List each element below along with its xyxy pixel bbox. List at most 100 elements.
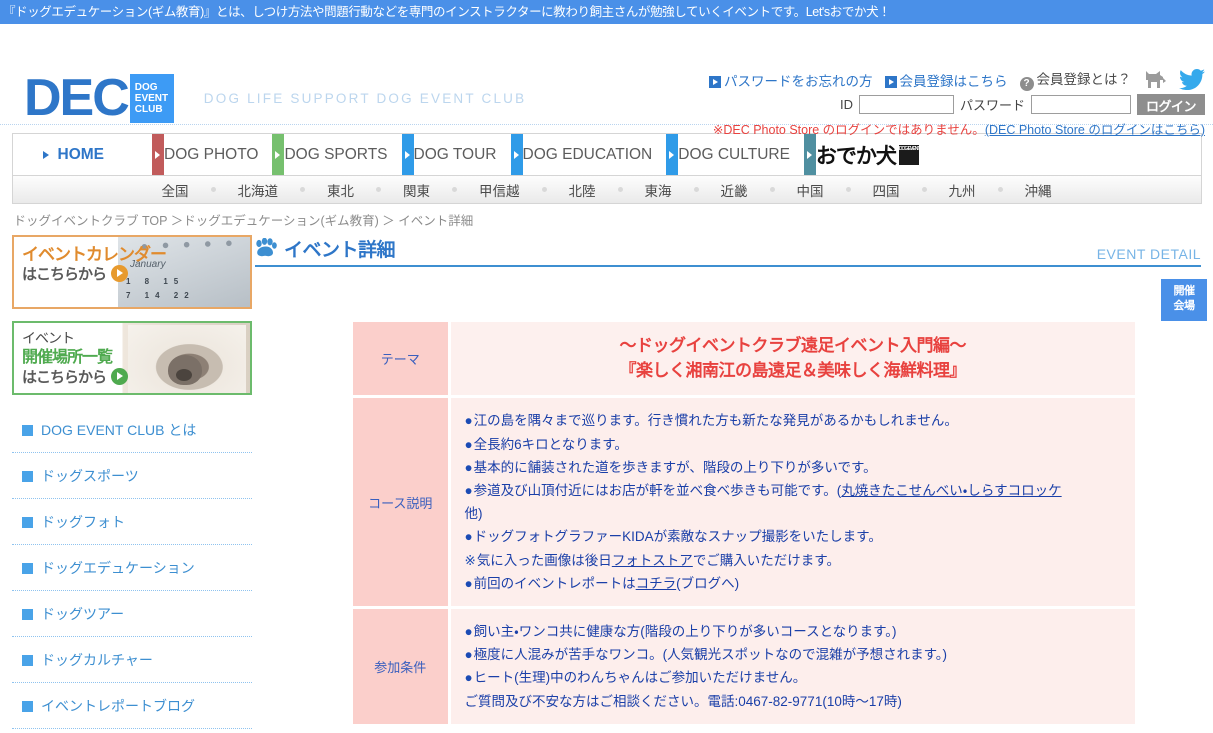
page-content: January 1 8 15 7 14 22 イベントカレンダー はこちらから … [0, 229, 1213, 729]
play-arrow-icon [111, 367, 129, 385]
register-link[interactable]: 会員登録はこちら [884, 70, 1008, 90]
course-line-suffix: でご購入いただけます。 [692, 552, 840, 568]
play-arrow-icon [111, 265, 129, 283]
condition-line: ご質問及び不安な方はご相談ください。電話:0467-82-9771(10時～17… [465, 690, 1136, 713]
odeka-ken-logo: おでか犬 DOG EVENT CLUB [816, 140, 931, 170]
bullet-icon: ● [464, 413, 473, 429]
sidebar-item-dog-sports[interactable]: ドッグスポーツ [12, 453, 252, 499]
row-header-course: コース説明 [353, 396, 449, 610]
note-mark-icon: ※ [464, 552, 476, 568]
venue-float-button[interactable]: 開催 会場 [1161, 279, 1207, 321]
row-value-theme: ～ドッグイベントクラブ遠足イベント入門編～ 『楽しく湘南江の島遠足＆美味しく海鮮… [447, 322, 1135, 399]
theme-line-2: 『楽しく湘南江の島遠足＆美味しく海鮮料理』 [619, 360, 967, 380]
course-line-text: 全長約6キロとなります。 [473, 436, 628, 452]
sidebar-banner-subtitle-text: はこちらから [22, 266, 107, 284]
region-link-zenkoku[interactable]: 全国 [140, 180, 211, 200]
bullet-icon: ● [464, 459, 473, 475]
course-line: ●全長約6キロとなります。 [465, 433, 1136, 456]
square-bullet-icon [22, 563, 33, 574]
event-report-link[interactable]: コチラ [636, 576, 677, 591]
region-link-tohoku[interactable]: 東北 [305, 180, 376, 200]
sidebar-banner-event-calendar[interactable]: January 1 8 15 7 14 22 イベントカレンダー はこちらから [12, 235, 252, 309]
dog-icon[interactable] [1143, 70, 1167, 90]
login-button[interactable]: ログイン [1136, 94, 1205, 115]
page-title-bar: イベント詳細 EVENT DETAIL [255, 235, 1201, 267]
table-row: コース説明 ●江の島を隅々まで巡ります。行き慣れた方も新たな発見があるかもしれま… [353, 396, 1136, 610]
logo-badge: DOG EVENT CLUB [129, 73, 174, 123]
login-id-input[interactable] [858, 95, 954, 114]
nav-item-dog-education-label: DOG EDUCATION [522, 145, 653, 163]
square-bullet-icon [22, 655, 33, 666]
paw-print-icon [255, 237, 277, 261]
sidebar-banner-subtitle: はこちらから [22, 367, 129, 388]
header-link-group: パスワードをお忘れの方 会員登録はこちら ? 会員登録とは？ [709, 68, 1205, 91]
site-logo[interactable]: DEC DOG EVENT CLUB DOG LIFE SUPPORT DOG … [24, 72, 526, 124]
sidebar-banner-title: 開催場所一覧 [22, 348, 113, 366]
blue-arrow-icon [709, 75, 721, 88]
nav-item-dog-photo[interactable]: DOG PHOTO [164, 134, 272, 175]
course-line-text: 気に入った画像は後日 [476, 552, 612, 568]
sidebar-item-label: ドッグツアー [41, 606, 125, 622]
sidebar-banner-subtitle-text: はこちらから [22, 368, 107, 386]
region-link-kyushu[interactable]: 九州 [927, 180, 998, 200]
sidebar-item-dog-tour[interactable]: ドッグツアー [12, 591, 252, 637]
login-password-label: パスワード [959, 98, 1025, 113]
main-navigation: HOME DOG PHOTO DOG SPORTS DOG TOUR DOG E… [11, 133, 1202, 176]
region-navigation: 全国 北海道 東北 関東 甲信越 北陸 東海 近畿 中国 四国 九州 沖縄 [11, 176, 1202, 204]
region-link-koshinetsu[interactable]: 甲信越 [457, 180, 542, 200]
twitter-bird-icon[interactable] [1179, 69, 1205, 91]
sidebar-item-event-report-blog[interactable]: イベントレポートブログ [12, 683, 252, 729]
nav-tab-marker-dog-education [510, 134, 523, 175]
square-bullet-icon [22, 517, 33, 528]
sidebar-item-dog-culture[interactable]: ドッグカルチャー [12, 637, 252, 683]
bullet-icon: ● [464, 575, 473, 591]
region-link-kinki[interactable]: 近畿 [699, 180, 770, 200]
course-line: ●基本的に舗装された道を歩きますが、階段の上り下りが多いです。 [465, 456, 1136, 479]
nav-item-dog-tour[interactable]: DOG TOUR [414, 134, 511, 175]
region-link-shikoku[interactable]: 四国 [851, 180, 922, 200]
bullet-icon: ● [464, 482, 473, 498]
sidebar-item-about-dec[interactable]: DOG EVENT CLUB とは [12, 407, 252, 453]
nav-item-odeka-ken[interactable]: おでか犬 DOG EVENT CLUB [816, 134, 933, 175]
condition-line-text: 極度に人混みが苦手なワンコ。(人気観光スポットなので混雑が予想されます。) [473, 647, 948, 663]
odeka-mini-badge: DOG EVENT CLUB [898, 144, 931, 165]
course-line-text: ドッグフォトグラファーKIDAが素敵なスナップ撮影をいたします。 [473, 529, 882, 545]
region-link-hokkaido[interactable]: 北海道 [216, 180, 301, 200]
forgot-password-label: パスワードをお忘れの方 [724, 73, 873, 89]
sidebar-item-dog-education[interactable]: ドッグエデュケーション [12, 545, 252, 591]
main-column: イベント詳細 EVENT DETAIL 開催 会場 テーマ ～ドッグイベントクラ… [255, 235, 1213, 729]
nav-item-home[interactable]: HOME [13, 134, 153, 175]
photo-store-link[interactable]: フォトストア [612, 553, 693, 568]
what-is-registration-link[interactable]: ? 会員登録とは？ [1019, 68, 1131, 91]
bullet-icon: ● [464, 670, 473, 686]
takosenbei-link[interactable]: 丸焼きたこせんべい・しらすコロッケ [841, 483, 1061, 498]
region-link-hokuriku[interactable]: 北陸 [547, 180, 618, 200]
row-header-conditions: 参加条件 [353, 607, 449, 727]
sidebar-item-label: DOG EVENT CLUB とは [41, 422, 197, 438]
sidebar-item-label: ドッグカルチャー [41, 652, 153, 668]
nav-item-dog-sports[interactable]: DOG SPORTS [284, 134, 401, 175]
nav-item-dog-culture-label: DOG CULTURE [678, 145, 790, 163]
logo-badge-line1: DOG [134, 81, 158, 93]
nav-item-dog-education[interactable]: DOG EDUCATION [523, 134, 667, 175]
logo-badge-line2: EVENT [134, 92, 169, 104]
register-label: 会員登録はこちら [899, 73, 1008, 89]
page-title: イベント詳細 [284, 240, 396, 261]
nav-item-dog-photo-label: DOG PHOTO [164, 145, 259, 163]
sidebar-item-dog-photo[interactable]: ドッグフォト [12, 499, 252, 545]
region-link-kanto[interactable]: 関東 [381, 180, 452, 200]
region-link-tokai[interactable]: 東海 [623, 180, 694, 200]
forgot-password-link[interactable]: パスワードをお忘れの方 [709, 70, 873, 90]
sidebar-item-label: ドッグエデュケーション [41, 560, 195, 576]
region-link-okinawa[interactable]: 沖縄 [1003, 180, 1074, 200]
calendar-numbers-row2: 7 14 22 [126, 291, 195, 300]
nav-item-dog-culture[interactable]: DOG CULTURE [678, 134, 804, 175]
nav-tab-marker-odeka [803, 134, 816, 175]
login-password-input[interactable] [1030, 95, 1131, 114]
sidebar-banner-subtitle: はこちらから [22, 265, 166, 285]
nav-tab-marker-dog-sports [272, 134, 285, 175]
course-line: 他) [465, 502, 1136, 525]
sidebar-banner-venue-list[interactable]: イベント 開催場所一覧 はこちらから [12, 321, 252, 395]
region-link-chugoku[interactable]: 中国 [775, 180, 846, 200]
photo-store-login-link[interactable]: (DEC Photo Store のログインはこちら) [985, 123, 1205, 137]
